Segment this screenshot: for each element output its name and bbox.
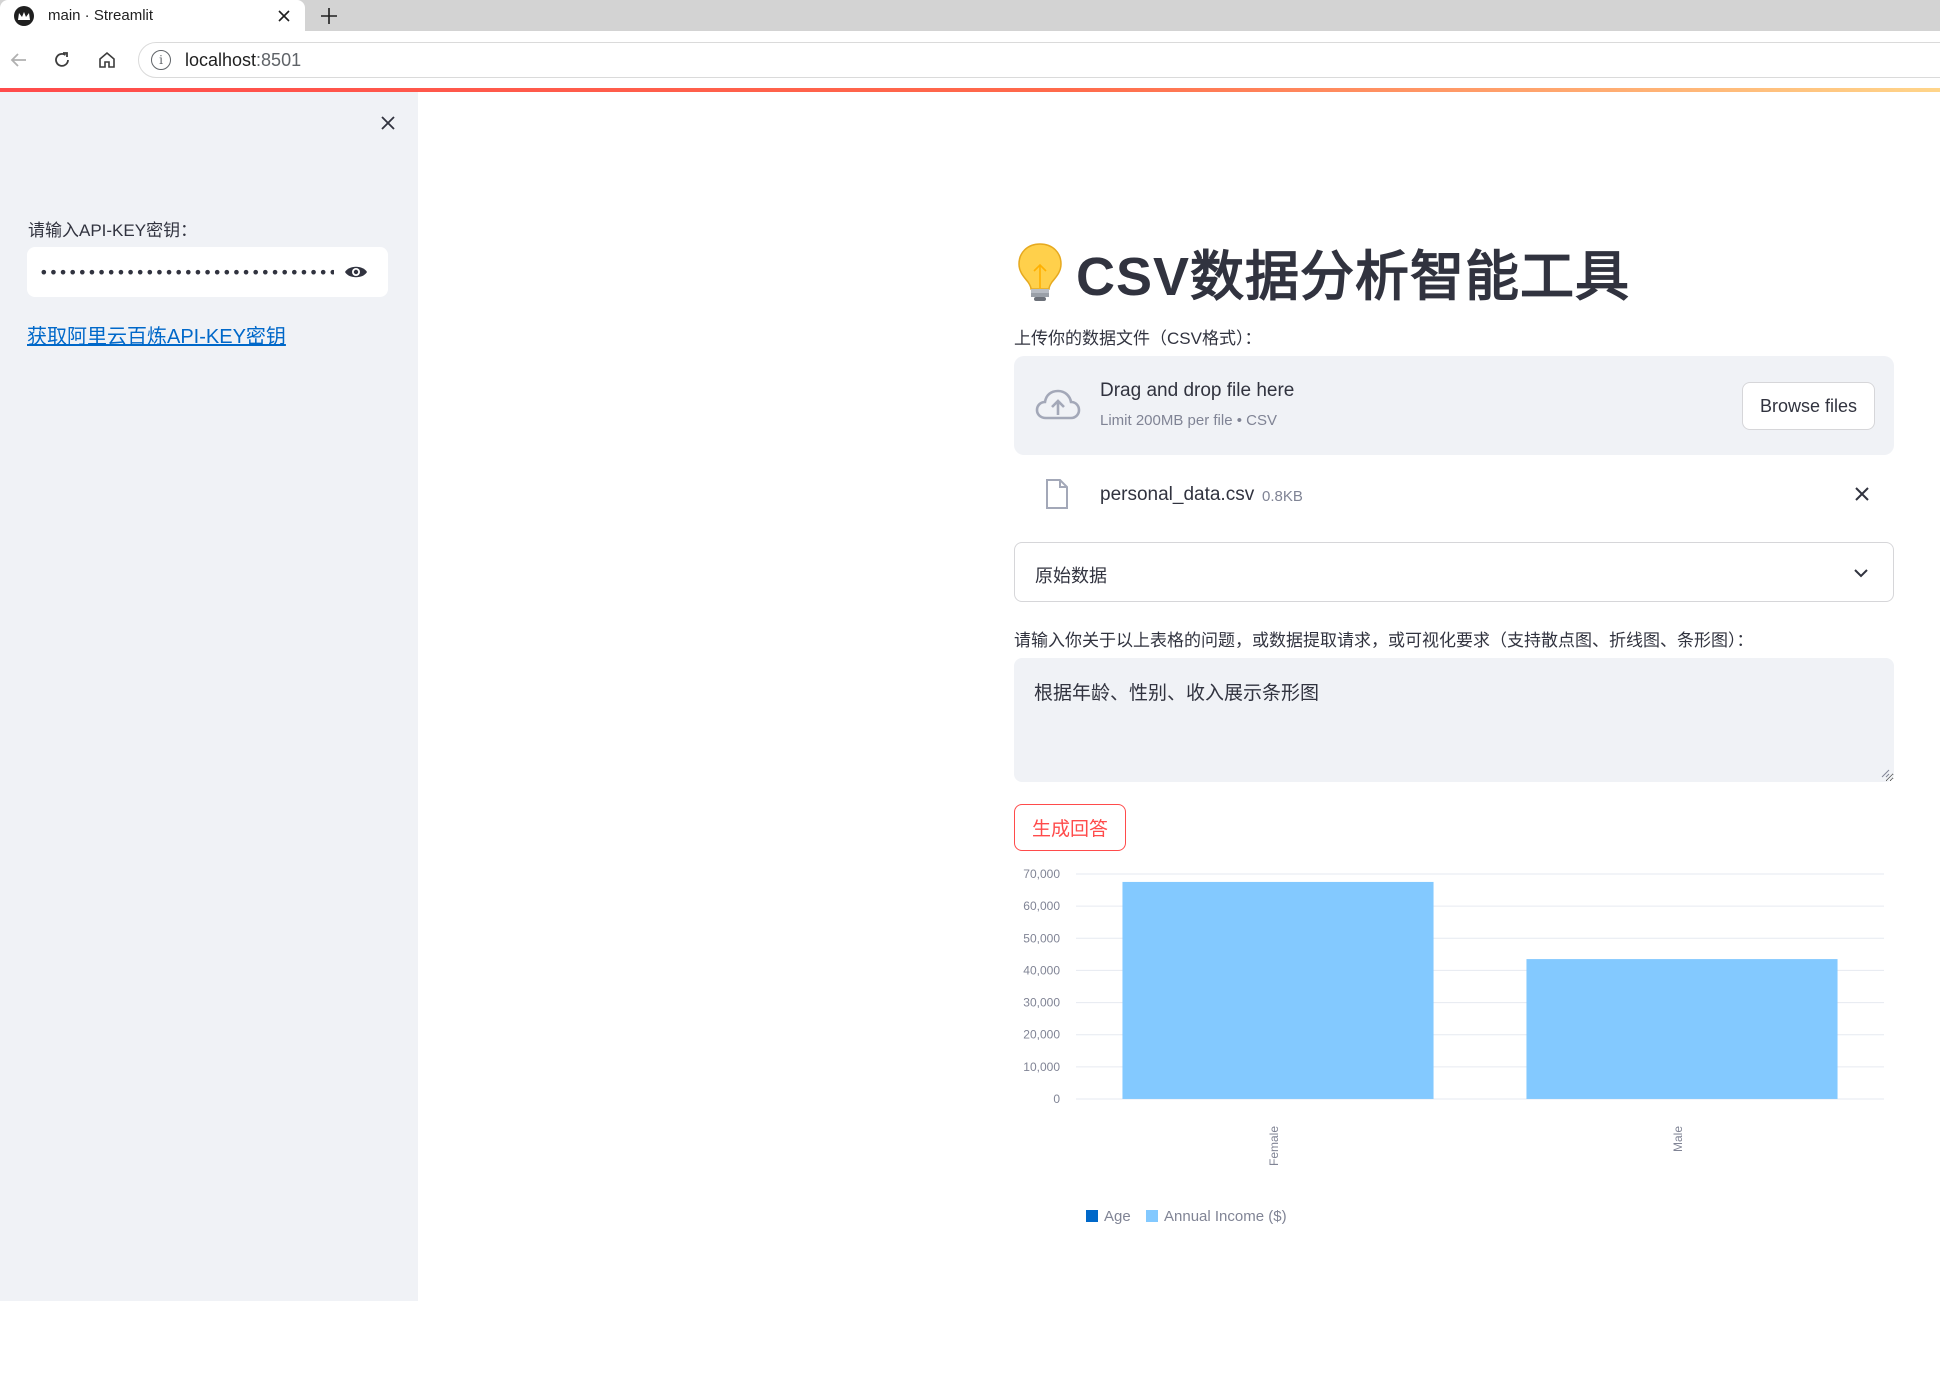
url-text: localhost:8501 — [185, 50, 301, 71]
browser-tabbar: main · Streamlit — [0, 0, 1940, 31]
reload-icon[interactable] — [47, 45, 77, 75]
question-textarea[interactable] — [1014, 658, 1894, 782]
eye-icon[interactable] — [334, 250, 378, 294]
bar-male-income — [1526, 959, 1837, 1099]
y-tick-label: 40,000 — [1023, 963, 1060, 977]
home-icon[interactable] — [92, 45, 122, 75]
resize-handle-icon[interactable] — [1880, 768, 1890, 778]
raw-data-expander[interactable]: 原始数据 — [1014, 542, 1894, 602]
cloud-upload-icon — [1034, 386, 1082, 426]
dropzone-title: Drag and drop file here — [1100, 380, 1294, 402]
streamlit-crown-icon — [14, 6, 34, 26]
file-dropzone[interactable]: Drag and drop file here Limit 200MB per … — [1014, 356, 1894, 455]
y-tick-label: 70,000 — [1023, 867, 1060, 881]
y-tick-label: 20,000 — [1023, 1028, 1060, 1042]
chart-svg: 0 10,000 20,000 30,000 40,000 50,000 60,000 70,… — [1014, 864, 1894, 1384]
api-key-label: 请输入API-KEY密钥： — [28, 216, 197, 241]
address-bar[interactable]: i localhost:8501 — [138, 42, 1940, 78]
close-icon[interactable] — [373, 108, 403, 138]
legend-swatch — [1146, 1210, 1158, 1222]
uploaded-file-row: personal_data.csv 0.8KB — [1014, 470, 1894, 526]
tab-title: main · Streamlit — [48, 7, 273, 24]
title-row: CSV数据分析智能工具 — [1014, 232, 1630, 311]
api-key-field[interactable] — [27, 247, 388, 297]
browser-tab[interactable]: main · Streamlit — [0, 0, 305, 31]
info-icon[interactable]: i — [151, 50, 171, 70]
plus-icon[interactable] — [316, 3, 342, 29]
dropzone-subtitle: Limit 200MB per file • CSV — [1100, 412, 1277, 429]
y-tick-label: 10,000 — [1023, 1060, 1060, 1074]
x-tick-label: Male — [1671, 1126, 1685, 1152]
legend-swatch — [1086, 1210, 1098, 1222]
arrow-left-icon[interactable] — [4, 45, 34, 75]
browse-files-button[interactable]: Browse files — [1742, 382, 1875, 430]
uploader-label: 上传你的数据文件（CSV格式）： — [1014, 324, 1261, 349]
api-key-input[interactable] — [39, 263, 334, 282]
y-tick-label: 50,000 — [1023, 931, 1060, 945]
x-tick-label: Female — [1267, 1126, 1281, 1166]
expander-label: 原始数据 — [1035, 562, 1107, 588]
file-name: personal_data.csv — [1100, 484, 1254, 506]
y-tick-label: 60,000 — [1023, 899, 1060, 913]
bar-female-income — [1122, 882, 1433, 1099]
legend-label: Age — [1104, 1208, 1131, 1225]
legend-label: Annual Income ($) — [1164, 1208, 1287, 1225]
browser-toolbar: i localhost:8501 — [0, 31, 1940, 88]
lightbulb-icon — [1014, 241, 1066, 303]
bar-chart: 0 10,000 20,000 30,000 40,000 50,000 60,000 70,… — [1014, 864, 1894, 1384]
file-size: 0.8KB — [1262, 488, 1303, 505]
question-label: 请输入你关于以上表格的问题，或数据提取请求，或可视化要求（支持散点图、折线图、条… — [1014, 626, 1754, 651]
file-icon — [1044, 478, 1070, 510]
sidebar: 请输入API-KEY密钥： 获取阿里云百炼API-KEY密钥 — [0, 92, 418, 1301]
close-icon[interactable] — [273, 5, 295, 27]
y-tick-label: 0 — [1053, 1092, 1060, 1106]
close-icon[interactable] — [1848, 480, 1876, 508]
chevron-down-icon — [1849, 561, 1873, 585]
page-title: CSV数据分析智能工具 — [1076, 232, 1630, 311]
y-tick-label: 30,000 — [1023, 996, 1060, 1010]
get-api-key-link[interactable]: 获取阿里云百炼API-KEY密钥 — [27, 320, 286, 349]
generate-answer-button[interactable]: 生成回答 — [1014, 804, 1126, 851]
